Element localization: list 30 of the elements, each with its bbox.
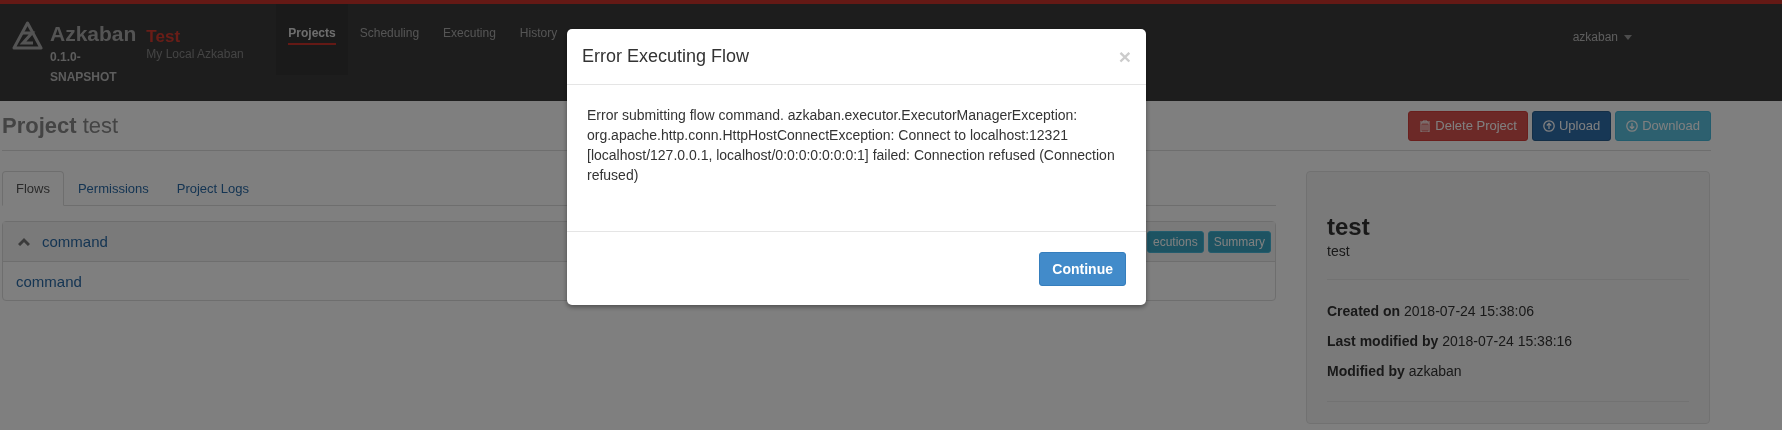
page-title: Project test [2, 112, 119, 139]
flow-link[interactable]: command [42, 233, 108, 250]
user-menu[interactable]: azkaban [1572, 30, 1632, 44]
detail-text: Created on 2018-07-24 15:38:06 [1327, 302, 1535, 321]
error-message: Error submitting flow command. azkaban.executor.ExecutorManagerException: org.apache.http.conn.HttpHostConnectException: Connect to localhost:12321 [localhost/127.0.0.1, localhost/0:0:0:0:0:0:0:1] failed: Connection refused (Connection refused) [587, 107, 1115, 183]
detail-text: Last modified by 2018-07-24 15:38:16 [1327, 332, 1574, 351]
flow-button[interactable]: Summary [1207, 230, 1271, 253]
job-link[interactable]: command [16, 272, 82, 290]
logo-icon [12, 21, 43, 51]
tab[interactable]: Permissions [63, 171, 163, 206]
nav-item[interactable]: Scheduling [347, 4, 432, 75]
tab[interactable]: Flows [2, 171, 64, 206]
project-name: test [1327, 213, 1371, 241]
delete-button[interactable]: Delete Project [1408, 110, 1528, 141]
nav-item[interactable]: History [507, 4, 570, 75]
upload-button[interactable]: Upload [1531, 110, 1612, 141]
brand-title: Test [146, 28, 182, 46]
project-description: test [1327, 243, 1351, 259]
dialog-title: Error Executing Flow [582, 46, 750, 67]
chevron-up-icon[interactable] [18, 237, 30, 246]
continue-button[interactable]: Continue [1039, 252, 1126, 286]
download-button[interactable]: Download [1615, 110, 1711, 141]
detail-text: Modified by azkaban [1327, 362, 1463, 381]
caret-icon [1624, 34, 1632, 40]
trash-icon [1419, 119, 1432, 132]
flow-button[interactable]: ecutions [1146, 230, 1204, 253]
tab[interactable]: Project Logs [162, 171, 263, 206]
nav-item[interactable]: Executing [431, 4, 508, 75]
version-text: 0.1.0- SNAPSHOT [50, 49, 118, 86]
close-button[interactable]: × [1118, 46, 1131, 67]
